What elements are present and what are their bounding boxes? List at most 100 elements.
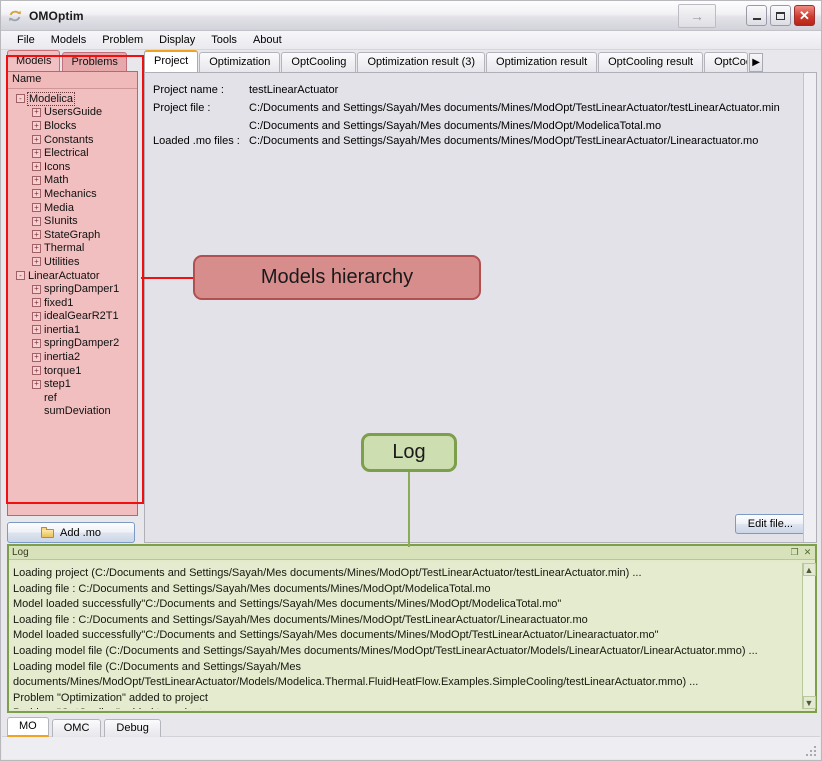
expand-icon[interactable]: + xyxy=(32,121,41,130)
tree-item[interactable]: +StateGraph xyxy=(8,228,137,242)
collapse-icon[interactable]: - xyxy=(16,94,25,103)
edit-file-label: Edit file... xyxy=(748,518,793,530)
add-mo-button[interactable]: Add .mo xyxy=(7,522,135,543)
tree-item[interactable]: +inertia1 xyxy=(8,323,137,337)
tree-item[interactable]: ref xyxy=(8,391,137,405)
bottom-tab-mo[interactable]: MO xyxy=(7,717,49,737)
folder-icon xyxy=(41,527,54,538)
tree-item[interactable]: +Blocks xyxy=(8,119,137,133)
expand-icon[interactable]: + xyxy=(32,353,41,362)
expand-icon[interactable]: + xyxy=(32,189,41,198)
sidebar-tab-models[interactable]: Models xyxy=(7,50,60,71)
tree-item[interactable]: +step1 xyxy=(8,377,137,391)
expand-icon[interactable]: + xyxy=(32,325,41,334)
expand-icon[interactable]: + xyxy=(32,285,41,294)
bottom-tab-omc[interactable]: OMC xyxy=(52,719,102,737)
tree-item[interactable]: +Constants xyxy=(8,133,137,147)
expand-icon[interactable]: + xyxy=(32,176,41,185)
log-line: Model loaded successfully"C:/Documents a… xyxy=(13,597,798,613)
expand-icon[interactable]: + xyxy=(32,203,41,212)
sidebar-tab-problems[interactable]: Problems xyxy=(62,52,126,71)
expand-icon[interactable]: + xyxy=(32,149,41,158)
tab-label: Optimization result xyxy=(496,56,587,68)
menu-problem[interactable]: Problem xyxy=(94,33,151,47)
project-name-label: Project name : xyxy=(153,83,249,98)
tree-item[interactable]: +Utilities xyxy=(8,255,137,269)
menu-about[interactable]: About xyxy=(245,33,290,47)
tree-leaf-icon xyxy=(32,407,41,416)
tab-scroll-right-button[interactable]: ▶ xyxy=(749,53,763,72)
loaded-mo-label: Loaded .mo files : xyxy=(153,134,249,149)
expand-icon[interactable]: + xyxy=(32,217,41,226)
log-scrollbar[interactable]: ▲ ▼ xyxy=(802,563,815,709)
project-content-scrollbar[interactable] xyxy=(803,73,816,542)
float-window-icon[interactable]: ❐ xyxy=(789,547,800,558)
expand-icon[interactable]: + xyxy=(32,339,41,348)
tree-item[interactable]: +idealGearR2T1 xyxy=(8,310,137,324)
log-line: Loading model file (C:/Documents and Set… xyxy=(13,644,798,660)
collapse-icon[interactable]: - xyxy=(16,271,25,280)
tab-optimization[interactable]: Optimization xyxy=(199,52,280,72)
resize-grip[interactable] xyxy=(806,746,818,758)
models-callout-connector xyxy=(141,277,194,279)
expand-icon[interactable]: + xyxy=(32,162,41,171)
tree-item[interactable]: +Electrical xyxy=(8,146,137,160)
tree-item[interactable]: +springDamper1 xyxy=(8,282,137,296)
tab-optimization-result-3[interactable]: Optimization result (3) xyxy=(357,52,485,72)
tab-optcoo-r[interactable]: OptCoo r xyxy=(704,52,748,72)
tab-optcooling[interactable]: OptCooling xyxy=(281,52,356,72)
scroll-up-arrow-icon[interactable]: ▲ xyxy=(803,563,816,576)
menu-bar: File Models Problem Display Tools About xyxy=(1,31,821,50)
tree-item[interactable]: +Mechanics xyxy=(8,187,137,201)
expand-icon[interactable]: + xyxy=(32,108,41,117)
tree-item[interactable]: -Modelica xyxy=(8,92,137,106)
tree-item[interactable]: sumDeviation xyxy=(8,405,137,419)
tree-item[interactable]: +fixed1 xyxy=(8,296,137,310)
tree-item[interactable]: +UsersGuide xyxy=(8,106,137,120)
tree-item[interactable]: +SIunits xyxy=(8,214,137,228)
menu-models[interactable]: Models xyxy=(43,33,94,47)
tree-item-label: ref xyxy=(44,392,57,404)
edit-file-button[interactable]: Edit file... xyxy=(735,514,806,534)
tab-optcooling-result[interactable]: OptCooling result xyxy=(598,52,703,72)
menu-display[interactable]: Display xyxy=(151,33,203,47)
tree-item[interactable]: +Thermal xyxy=(8,242,137,256)
tree-item-label: Math xyxy=(44,174,68,186)
tree-item[interactable]: +springDamper2 xyxy=(8,337,137,351)
expand-icon[interactable]: + xyxy=(32,298,41,307)
expand-icon[interactable]: + xyxy=(32,135,41,144)
tab-project[interactable]: Project xyxy=(144,50,198,72)
add-mo-container: Add .mo xyxy=(7,522,135,543)
expand-icon[interactable]: + xyxy=(32,244,41,253)
menu-tools[interactable]: Tools xyxy=(203,33,245,47)
tree-item[interactable]: +Math xyxy=(8,174,137,188)
expand-icon[interactable]: + xyxy=(32,380,41,389)
callout-models-label: Models hierarchy xyxy=(261,266,413,289)
close-button[interactable]: ✕ xyxy=(794,5,815,26)
forward-button[interactable]: → xyxy=(678,4,716,28)
add-mo-label: Add .mo xyxy=(60,527,101,539)
bottom-tab-debug[interactable]: Debug xyxy=(104,719,160,737)
title-bar: OMOptim → ✕ xyxy=(1,1,821,31)
scroll-down-arrow-icon[interactable]: ▼ xyxy=(803,696,816,709)
expand-icon[interactable]: + xyxy=(32,366,41,375)
minimize-button[interactable] xyxy=(746,5,767,26)
close-icon[interactable]: ✕ xyxy=(802,547,813,558)
menu-file[interactable]: File xyxy=(9,33,43,47)
tree-item[interactable]: +torque1 xyxy=(8,364,137,378)
models-tree[interactable]: -Modelica+UsersGuide+Blocks+Constants+El… xyxy=(8,89,137,515)
tree-item[interactable]: +inertia2 xyxy=(8,350,137,364)
tree-item-label: UsersGuide xyxy=(44,106,102,118)
tree-item[interactable]: +Media xyxy=(8,201,137,215)
tree-item-label: Utilities xyxy=(44,256,79,268)
tree-item[interactable]: +Icons xyxy=(8,160,137,174)
expand-icon[interactable]: + xyxy=(32,230,41,239)
tree-item[interactable]: -LinearActuator xyxy=(8,269,137,283)
tab-optimization-result[interactable]: Optimization result xyxy=(486,52,597,72)
expand-icon[interactable]: + xyxy=(32,257,41,266)
log-line: Loading model file (C:/Documents and Set… xyxy=(13,660,798,691)
loaded-mo-value-2: C:/Documents and Settings/Sayah/Mes docu… xyxy=(249,134,758,149)
expand-icon[interactable]: + xyxy=(32,312,41,321)
log-text-area[interactable]: Loading project (C:/Documents and Settin… xyxy=(9,563,802,709)
maximize-button[interactable] xyxy=(770,5,791,26)
